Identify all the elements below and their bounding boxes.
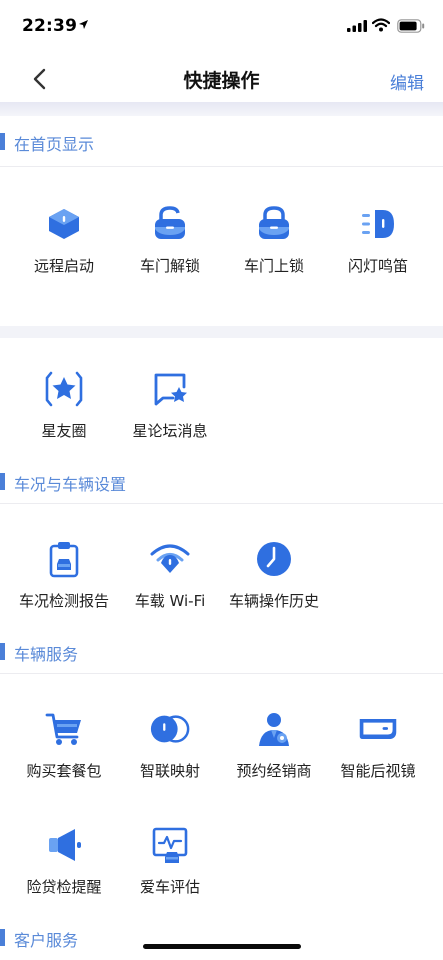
section-header-vehicle-settings: 车况与车辆设置 (0, 467, 443, 499)
quick-item-label: 购买套餐包 (26, 762, 102, 780)
status-bar: 22:39 (0, 0, 443, 54)
clipboard-car-icon (43, 538, 85, 580)
rearview-mirror-icon (357, 708, 399, 750)
quick-item-remote-start[interactable]: 远程启动 (9, 203, 119, 283)
status-time: 22:39 (22, 16, 78, 36)
section-gap (0, 326, 443, 338)
section-header-home: 在首页显示 (0, 127, 443, 159)
quick-item-vehicle-report[interactable]: 车况检测报告 (9, 538, 119, 618)
megaphone-icon (43, 824, 85, 866)
star-circle-icon (43, 368, 85, 410)
quick-item-car-evaluation[interactable]: 爱车评估 (115, 824, 225, 904)
edit-button[interactable]: 编辑 (390, 69, 424, 94)
car-evaluation-icon (149, 824, 191, 866)
section-header-customer-service: 客户服务 (0, 923, 443, 955)
quick-item-label: 车门上锁 (243, 257, 304, 275)
battery-icon (397, 19, 425, 33)
quick-item-label: 预约经销商 (236, 762, 312, 780)
dealer-person-icon (253, 708, 295, 750)
quick-item-label: 爱车评估 (139, 878, 200, 896)
quick-item-smart-mirroring[interactable]: 智联映射 (115, 708, 225, 788)
quick-item-flash-horn[interactable]: 闪灯鸣笛 (323, 203, 433, 283)
section-accent-bar (0, 473, 5, 490)
section-accent-bar (0, 133, 5, 150)
quick-item-label: 智联映射 (139, 762, 200, 780)
section-title: 车况与车辆设置 (14, 475, 127, 494)
nav-bar: 快捷操作 编辑 (0, 54, 443, 104)
unlock-icon (149, 203, 191, 245)
location-arrow-icon (79, 20, 88, 29)
quick-item-label: 星论坛消息 (132, 422, 208, 440)
clock-icon (253, 538, 295, 580)
quick-item-forum-messages[interactable]: 星论坛消息 (115, 368, 225, 448)
section-accent-bar (0, 929, 5, 946)
quick-item-label: 险贷检提醒 (26, 878, 102, 896)
section-divider (0, 503, 443, 504)
remote-start-icon (43, 203, 85, 245)
quick-item-label: 闪灯鸣笛 (347, 257, 408, 275)
link-mirroring-icon (149, 708, 191, 750)
cellular-signal-icon (347, 20, 367, 32)
quick-item-smart-mirror[interactable]: 智能后视镜 (323, 708, 433, 788)
quick-item-book-dealer[interactable]: 预约经销商 (219, 708, 329, 788)
section-divider (0, 673, 443, 674)
quick-item-label: 车载 Wi-Fi (134, 592, 206, 610)
section-title: 客户服务 (14, 931, 79, 950)
home-indicator[interactable] (143, 944, 301, 949)
quick-item-door-unlock[interactable]: 车门解锁 (115, 203, 225, 283)
section-title: 在首页显示 (14, 135, 95, 154)
quick-item-buy-package[interactable]: 购买套餐包 (9, 708, 119, 788)
quick-item-operation-history[interactable]: 车辆操作历史 (219, 538, 329, 618)
quick-item-label: 星友圈 (41, 422, 87, 440)
lock-icon (253, 203, 295, 245)
section-divider (0, 166, 443, 167)
shopping-cart-icon (43, 708, 85, 750)
quick-item-label: 智能后视镜 (340, 762, 416, 780)
quick-item-label: 车辆操作历史 (228, 592, 319, 610)
wifi-icon (372, 18, 390, 32)
quick-item-label: 远程启动 (33, 257, 94, 275)
section-accent-bar (0, 643, 5, 660)
forum-message-icon (149, 368, 191, 410)
page-title: 快捷操作 (183, 70, 260, 92)
quick-item-insurance-reminder[interactable]: 险贷检提醒 (9, 824, 119, 904)
section-title: 车辆服务 (14, 645, 79, 664)
quick-item-label: 车况检测报告 (18, 592, 109, 610)
car-wifi-icon (149, 538, 191, 580)
quick-item-car-wifi[interactable]: 车载 Wi-Fi (115, 538, 225, 618)
quick-item-star-circle[interactable]: 星友圈 (9, 368, 119, 448)
quick-item-door-lock[interactable]: 车门上锁 (219, 203, 329, 283)
headlight-icon (357, 203, 399, 245)
nav-shadow (0, 102, 443, 116)
section-header-vehicle-service: 车辆服务 (0, 637, 443, 669)
quick-item-label: 车门解锁 (139, 257, 200, 275)
